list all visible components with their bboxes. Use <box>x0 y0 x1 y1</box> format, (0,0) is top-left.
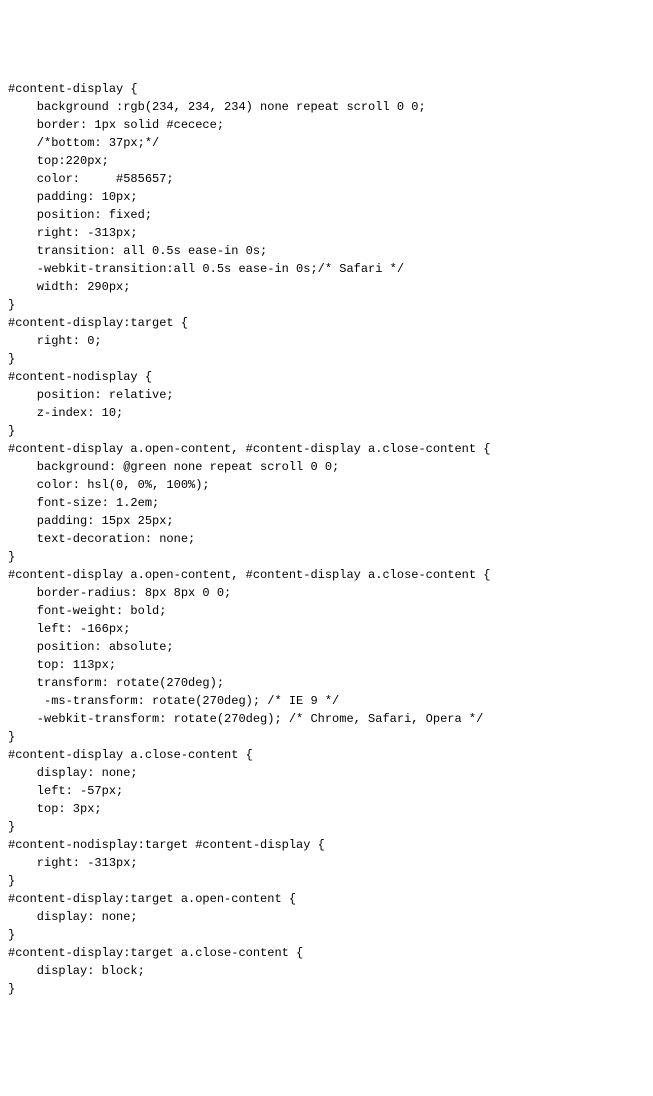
css-code-block: #content-display { background :rgb(234, … <box>8 80 645 998</box>
